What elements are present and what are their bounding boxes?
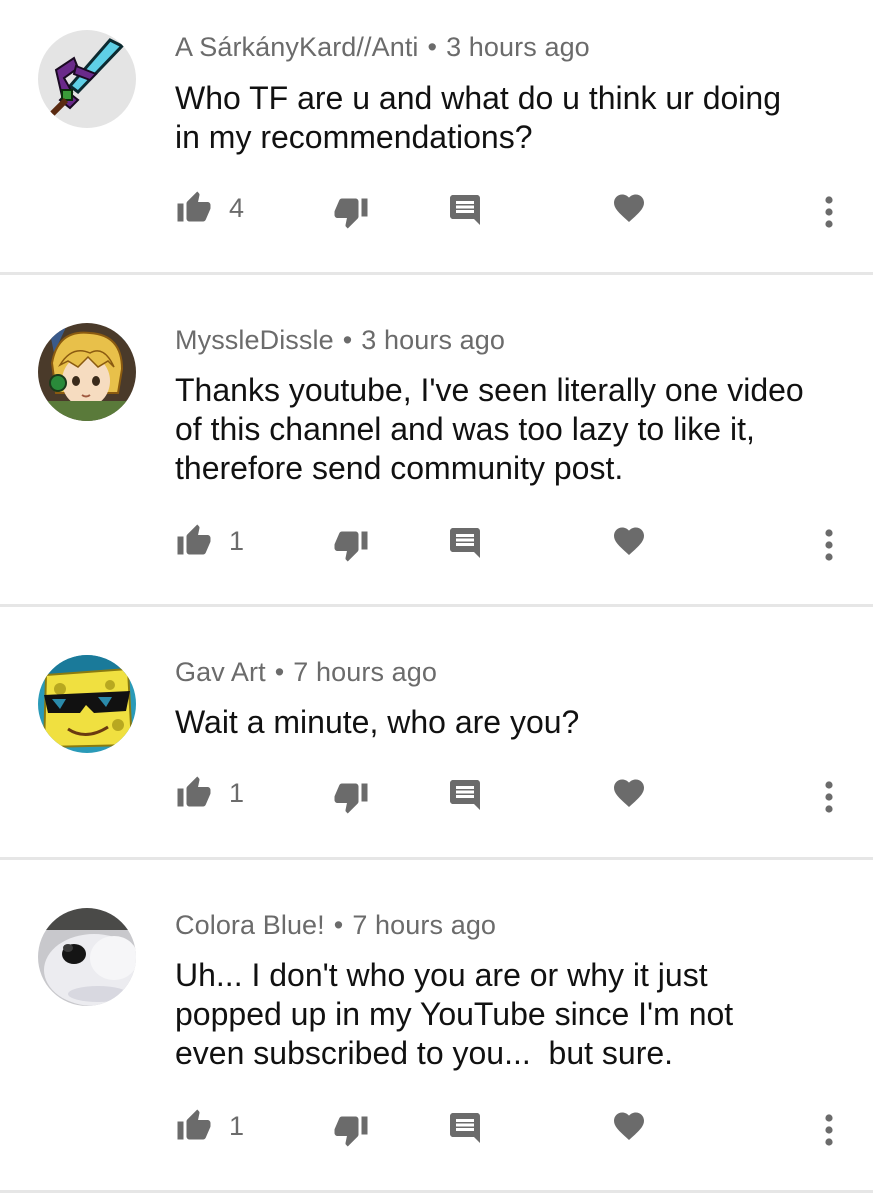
white-fluffy-avatar-icon <box>38 908 136 1006</box>
comment-text: Uh... I don't who you are or why it just… <box>175 956 855 1073</box>
thumbs-down-icon <box>334 1116 368 1147</box>
avatar[interactable] <box>38 30 136 128</box>
comment-line: even subscribed to you... but sure. <box>175 1035 674 1071</box>
comment-line: Wait a minute, who are you? <box>175 704 580 740</box>
comment-actions: 1 <box>0 523 873 573</box>
comment-text: Wait a minute, who are you? <box>175 703 855 742</box>
more-options-button[interactable] <box>815 779 843 815</box>
like-button[interactable]: 1 <box>175 523 244 559</box>
thumbs-up-icon <box>177 191 211 222</box>
heart-icon <box>614 194 644 223</box>
comment-actions: 4 <box>0 190 873 240</box>
heart-button[interactable] <box>611 775 647 811</box>
separator-dot: • <box>274 657 285 687</box>
thumbs-up-icon <box>177 776 211 807</box>
like-button[interactable]: 4 <box>175 190 244 226</box>
more-vertical-icon <box>825 529 833 561</box>
dislike-button[interactable] <box>332 194 370 230</box>
comment-actions: 1 <box>0 1108 873 1158</box>
thumbs-up-icon <box>177 1109 211 1140</box>
comment-meta: Colora Blue! • 7 hours ago <box>175 910 496 941</box>
thumbs-up-icon <box>177 524 211 555</box>
reply-icon <box>450 1113 480 1143</box>
comment-list: A SárkányKard//Anti • 3 hours ago Who TF a… <box>0 0 873 1200</box>
comment-timestamp[interactable]: 3 hours ago <box>446 32 590 62</box>
comment-line: Who TF are u and what do u think ur doin… <box>175 80 781 116</box>
reply-icon <box>450 528 480 558</box>
comment-actions: 1 <box>0 775 873 825</box>
avatar[interactable] <box>38 908 136 1006</box>
sponge-sunglasses-avatar-icon <box>38 655 136 753</box>
more-vertical-icon <box>825 1114 833 1146</box>
comment-item: Gav Art • 7 hours ago Wait a minute, who a… <box>0 607 873 860</box>
comment-meta: Gav Art • 7 hours ago <box>175 657 437 688</box>
author-name[interactable]: A SárkányKard//Anti <box>175 32 419 62</box>
reply-icon <box>450 780 480 810</box>
like-count: 4 <box>229 192 245 223</box>
author-name[interactable]: Gav Art <box>175 657 266 687</box>
comment-meta: MyssleDissle • 3 hours ago <box>175 325 505 356</box>
comment-line: popped up in my YouTube since I'm not <box>175 996 734 1032</box>
more-vertical-icon <box>825 781 833 813</box>
more-options-button[interactable] <box>815 527 843 563</box>
thumbs-down-icon <box>334 783 368 814</box>
reply-button[interactable] <box>447 1110 483 1146</box>
like-count: 1 <box>229 777 245 808</box>
more-vertical-icon <box>825 196 833 228</box>
reply-button[interactable] <box>447 192 483 228</box>
more-options-button[interactable] <box>815 194 843 230</box>
dislike-button[interactable] <box>332 1112 370 1148</box>
comment-item: Colora Blue! • 7 hours ago Uh... I don't w… <box>0 860 873 1193</box>
heart-button[interactable] <box>611 523 647 559</box>
avatar[interactable] <box>38 323 136 421</box>
comment-line: of this channel and was too lazy to like… <box>175 411 755 447</box>
comment-meta: A SárkányKard//Anti • 3 hours ago <box>175 32 590 63</box>
heart-button[interactable] <box>611 1108 647 1144</box>
comment-line: Uh... I don't who you are or why it just <box>175 957 708 993</box>
author-name[interactable]: MyssleDissle <box>175 325 334 355</box>
like-button[interactable]: 1 <box>175 1108 244 1144</box>
anime-character-avatar-icon <box>38 323 136 421</box>
author-name[interactable]: Colora Blue! <box>175 910 325 940</box>
like-count: 1 <box>229 1110 245 1141</box>
separator-dot: • <box>427 32 438 62</box>
comment-item: MyssleDissle • 3 hours ago Thanks youtube,… <box>0 275 873 607</box>
like-count: 1 <box>229 525 245 556</box>
comment-text: Thanks youtube, I've seen literally one … <box>175 371 855 488</box>
avatar[interactable] <box>38 655 136 753</box>
reply-button[interactable] <box>447 525 483 561</box>
more-options-button[interactable] <box>815 1112 843 1148</box>
sword-avatar-icon <box>38 30 136 128</box>
separator-dot: • <box>342 325 353 355</box>
heart-icon <box>614 527 644 556</box>
comment-timestamp[interactable]: 7 hours ago <box>293 657 437 687</box>
heart-icon <box>614 1112 644 1141</box>
comment-timestamp[interactable]: 7 hours ago <box>352 910 496 940</box>
heart-button[interactable] <box>611 190 647 226</box>
heart-icon <box>614 779 644 808</box>
comment-line: in my recommendations? <box>175 119 533 155</box>
like-button[interactable]: 1 <box>175 775 244 811</box>
reply-button[interactable] <box>447 777 483 813</box>
comment-timestamp[interactable]: 3 hours ago <box>361 325 505 355</box>
dislike-button[interactable] <box>332 527 370 563</box>
thumbs-down-icon <box>334 531 368 562</box>
comment-item: A SárkányKard//Anti • 3 hours ago Who TF a… <box>0 0 873 275</box>
dislike-button[interactable] <box>332 779 370 815</box>
thumbs-down-icon <box>334 198 368 229</box>
comment-line: therefore send community post. <box>175 450 624 486</box>
comment-line: Thanks youtube, I've seen literally one … <box>175 372 804 408</box>
reply-icon <box>450 195 480 225</box>
comment-text: Who TF are u and what do u think ur doin… <box>175 79 855 157</box>
separator-dot: • <box>333 910 344 940</box>
